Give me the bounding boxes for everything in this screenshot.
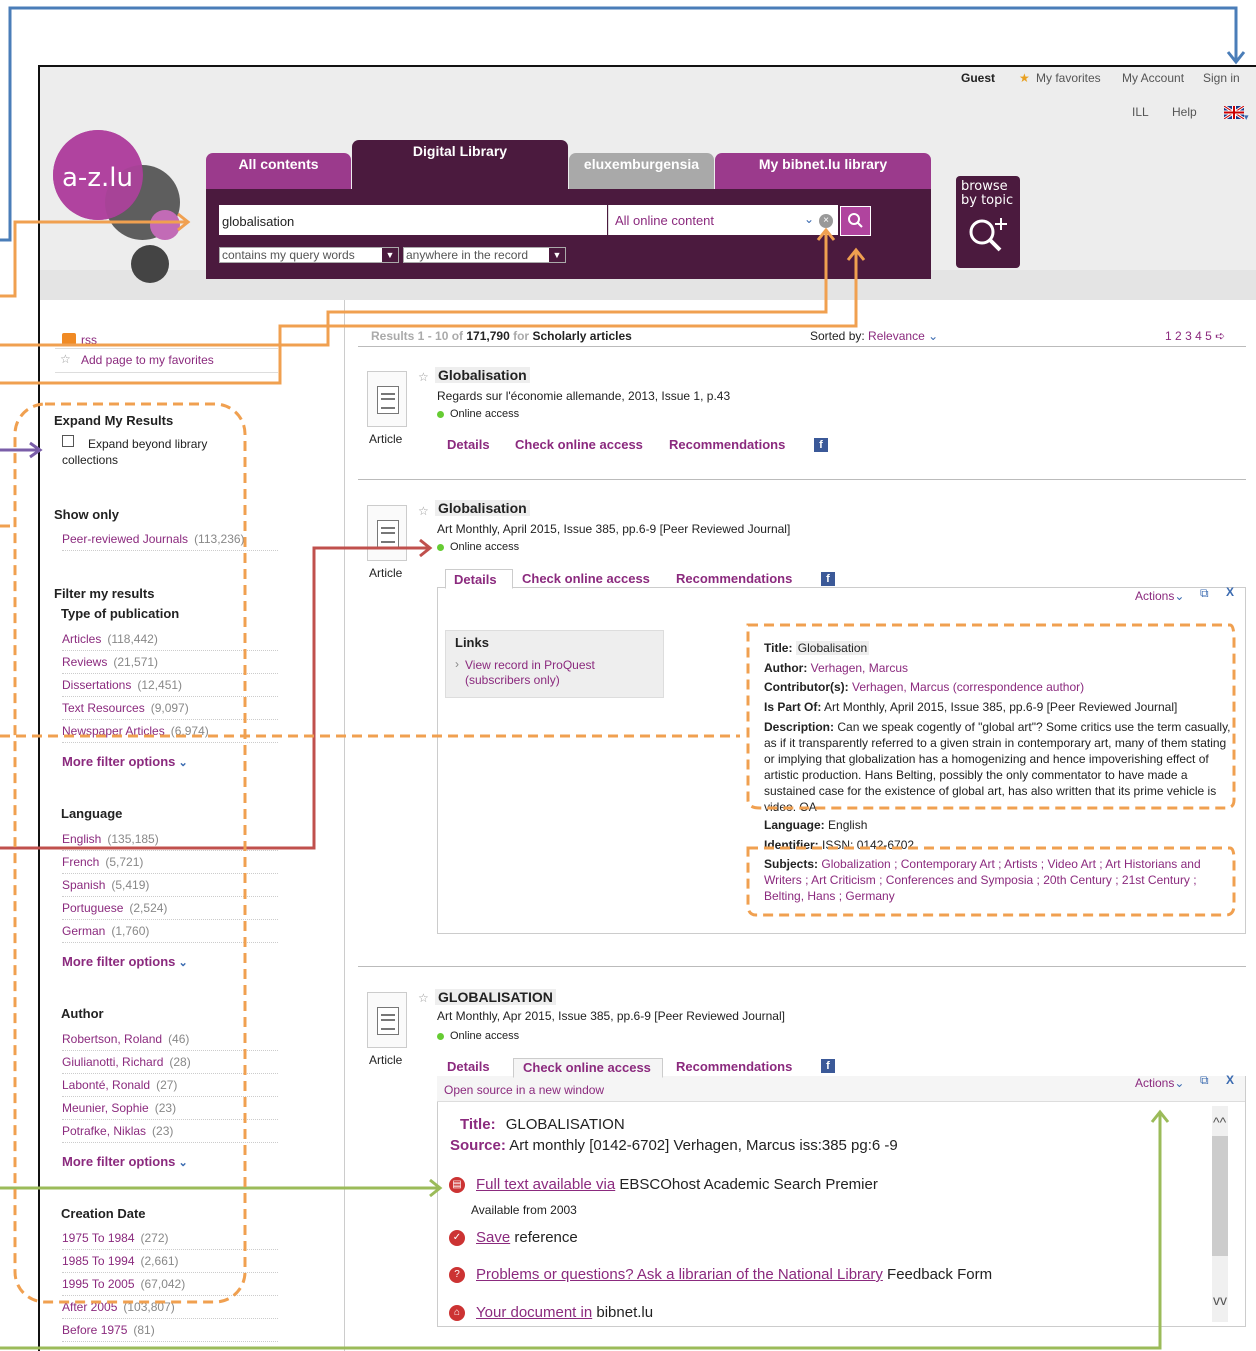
arrow-actions [0, 1112, 1162, 1350]
annotation-overlay [0, 6, 1246, 1350]
arrow-search-input [0, 220, 188, 298]
details-highlight [746, 623, 1236, 810]
arrow-sign-in [0, 6, 1238, 242]
subjects-highlight [746, 846, 1236, 917]
sidebar-highlight [13, 402, 247, 1304]
arrow-clear [0, 230, 828, 347]
arrow-online-access [0, 546, 430, 850]
arrow-search-button [0, 250, 858, 385]
